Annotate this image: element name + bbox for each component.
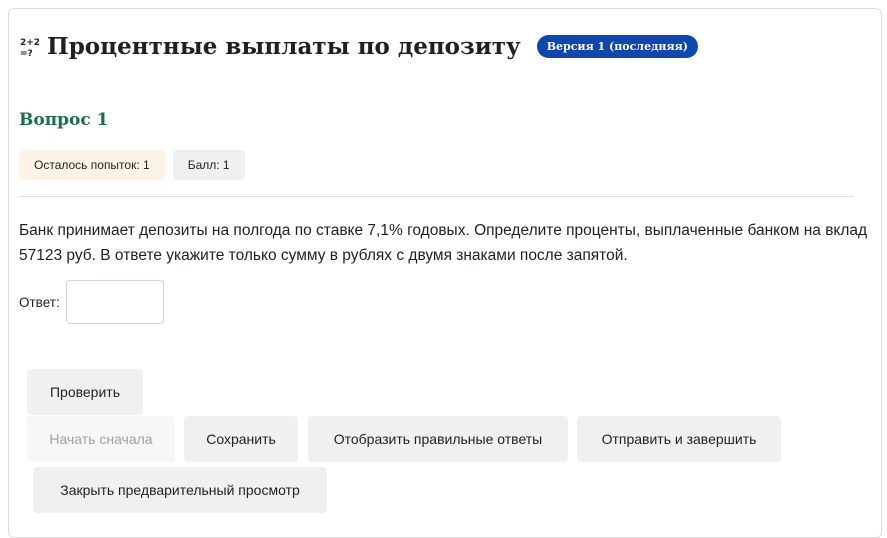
question-text: Банк принимает депозиты на полгода по ст… [19, 222, 868, 264]
score-badge: Балл: 1 [172, 150, 245, 180]
answer-row: Ответ: [19, 280, 164, 324]
submit-button[interactable]: Отправить и завершить [577, 416, 781, 462]
show-answers-button[interactable]: Отобразить правильные ответы [308, 416, 568, 462]
page-header: 2+2 =? Процентные выплаты по депозиту Ве… [19, 33, 698, 60]
page-title: Процентные выплаты по депозиту [47, 33, 521, 60]
version-badge: Версия 1 (последняя) [536, 35, 698, 58]
answer-input[interactable] [65, 280, 164, 324]
question-info: Осталось попыток: 1 Балл: 1 [19, 150, 245, 180]
svg-text:2+2: 2+2 [20, 38, 39, 48]
restart-button[interactable]: Начать сначала [27, 416, 175, 462]
calculator-icon: 2+2 =? [19, 36, 40, 59]
close-preview-button[interactable]: Закрыть предварительный просмотр [33, 467, 327, 513]
divider [19, 196, 854, 197]
check-button[interactable]: Проверить [27, 369, 143, 415]
svg-text:=?: =? [20, 49, 33, 58]
save-button[interactable]: Сохранить [184, 416, 298, 462]
answer-label: Ответ: [19, 294, 60, 310]
question-number: Вопрос 1 [19, 110, 109, 130]
attempts-remaining-badge: Осталось попыток: 1 [19, 150, 165, 180]
